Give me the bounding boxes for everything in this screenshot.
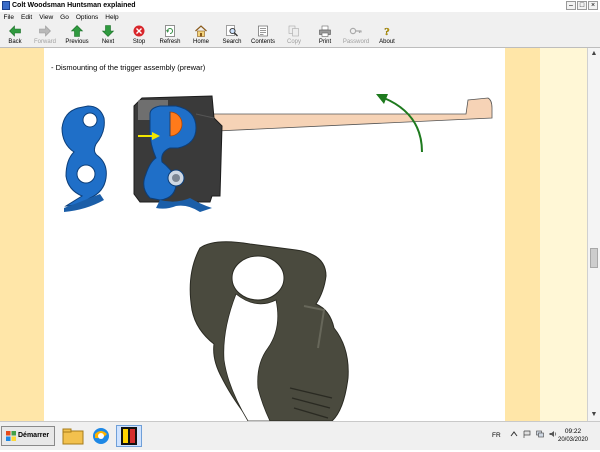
refresh-button[interactable]: Refresh	[153, 24, 187, 47]
copy-button[interactable]: Copy	[277, 24, 311, 47]
content-area: - Dismounting of the trigger assembly (p…	[0, 48, 587, 421]
window-title: Colt Woodsman Huntsman explained	[12, 2, 136, 9]
scroll-thumb[interactable]	[590, 248, 598, 268]
menu-go[interactable]: Go	[57, 12, 73, 23]
start-label: Démarrer	[18, 432, 50, 439]
app-logo-icon	[121, 427, 137, 445]
copy-label: Copy	[286, 39, 301, 45]
close-button[interactable]: ×	[588, 1, 598, 10]
scroll-down-button[interactable]: ▼	[589, 410, 599, 420]
back-arrow-icon	[9, 25, 22, 37]
search-button[interactable]: Search	[215, 24, 249, 47]
folder-icon	[62, 428, 84, 445]
password-button[interactable]: Password	[339, 24, 373, 47]
refresh-icon	[164, 25, 177, 37]
forward-button[interactable]: Forward	[28, 24, 62, 47]
contents-label: Contents	[250, 39, 275, 45]
trigger-bar-shape	[195, 97, 493, 133]
up-arrow-icon	[70, 25, 84, 37]
right-margin-pale-band	[540, 48, 587, 421]
right-margin-band	[505, 48, 540, 421]
stop-button[interactable]: Stop	[122, 24, 156, 47]
menu-help[interactable]: Help	[102, 12, 122, 23]
browser-icon	[93, 428, 109, 444]
search-icon	[226, 25, 239, 37]
file-explorer-taskbar-button[interactable]	[60, 425, 86, 447]
maximize-button[interactable]: □	[577, 1, 587, 10]
browser-taskbar-button[interactable]	[88, 425, 114, 447]
scroll-up-button[interactable]: ▲	[589, 49, 599, 59]
about-icon: ?	[381, 25, 394, 37]
trigger-assembly-diagram	[61, 94, 493, 421]
toolbar: Back Forward Previous Next Stop Refresh	[0, 23, 600, 48]
network-icon[interactable]	[536, 430, 544, 438]
flag-icon[interactable]	[523, 430, 531, 438]
contents-button[interactable]: Contents	[246, 24, 280, 47]
previous-button[interactable]: Previous	[60, 24, 94, 47]
minimize-button[interactable]: –	[566, 1, 576, 10]
menu-edit[interactable]: Edit	[17, 12, 35, 23]
about-button[interactable]: ? About	[370, 24, 404, 47]
print-label: Print	[318, 39, 332, 45]
home-button[interactable]: Home	[184, 24, 218, 47]
trigger-assembly-photo	[189, 241, 349, 421]
menu-file[interactable]: File	[0, 12, 17, 23]
title-bar: Colt Woodsman Huntsman explained – □ ×	[0, 0, 600, 12]
windows-logo-icon	[6, 431, 16, 441]
search-label: Search	[222, 39, 242, 45]
app-icon	[2, 1, 10, 10]
start-button[interactable]: Démarrer	[1, 426, 55, 446]
forward-arrow-icon	[39, 25, 52, 37]
next-label: Next	[101, 39, 115, 45]
about-label: About	[379, 39, 395, 45]
previous-label: Previous	[65, 39, 89, 45]
left-part-drawing	[61, 105, 107, 212]
system-clock[interactable]: 09:22 20/03/2020	[548, 428, 598, 444]
forward-label: Forward	[33, 39, 56, 45]
key-icon	[349, 25, 363, 37]
language-indicator[interactable]: FR	[492, 422, 501, 450]
print-button[interactable]: Print	[308, 24, 342, 47]
contents-icon	[257, 25, 270, 37]
menu-options[interactable]: Options	[72, 12, 101, 23]
down-arrow-icon	[101, 25, 115, 37]
clock-time: 09:22	[564, 428, 582, 435]
password-label: Password	[342, 39, 370, 45]
home-icon	[195, 25, 208, 37]
menu-bar: File Edit View Go Options Help	[0, 12, 600, 23]
frame-drawing	[133, 95, 223, 212]
copy-icon	[288, 25, 301, 37]
green-rotation-arrow	[383, 97, 423, 153]
active-app-taskbar-button[interactable]	[116, 425, 142, 447]
svg-text:?: ?	[384, 26, 390, 37]
window-controls: – □ ×	[566, 1, 598, 10]
stop-icon	[133, 25, 146, 37]
menu-view[interactable]: View	[36, 12, 57, 23]
next-button[interactable]: Next	[91, 24, 125, 47]
refresh-label: Refresh	[159, 39, 181, 45]
clock-date: 20/03/2020	[557, 437, 589, 443]
print-icon	[319, 25, 332, 37]
vertical-scrollbar[interactable]: ▲ ▼	[587, 48, 600, 421]
stop-label: Stop	[132, 39, 146, 45]
tray-expand-icon[interactable]	[510, 430, 518, 438]
home-label: Home	[192, 39, 209, 45]
taskbar: Démarrer FR 09:22 20/03/2020	[0, 421, 600, 450]
